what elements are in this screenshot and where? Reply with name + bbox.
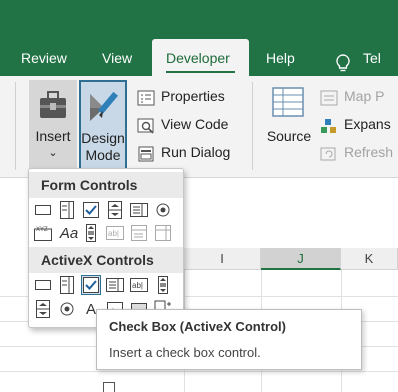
- ribbon-separator: [15, 82, 16, 170]
- design-mode-label: Design Mode: [81, 130, 125, 164]
- tell-me-label: Tel: [363, 50, 381, 66]
- toolbox-icon: [37, 88, 69, 125]
- form-combo-box-icon[interactable]: [57, 200, 77, 220]
- ribbon-separator: [252, 82, 253, 170]
- map-properties-icon: [320, 88, 338, 106]
- tooltip-description: Insert a check box control.: [109, 345, 261, 360]
- view-code-icon: [137, 116, 155, 134]
- run-dialog-label: Run Dialog: [161, 144, 231, 160]
- ribbon: Insert ⌄ Design Mode Properties View Cod…: [0, 76, 398, 178]
- refresh-data-label: Refresh: [344, 144, 394, 160]
- svg-text:ab|: ab|: [132, 281, 143, 290]
- form-controls-header: Form Controls: [29, 172, 183, 198]
- form-combo-list-edit-icon[interactable]: [129, 223, 149, 243]
- form-text-field-icon[interactable]: ab|: [105, 223, 125, 243]
- column-header-i[interactable]: I: [184, 248, 261, 270]
- activex-text-box-icon[interactable]: ab|: [129, 275, 149, 295]
- tab-developer-label: Developer: [166, 50, 230, 66]
- expansion-packs-label: Expans: [344, 116, 391, 132]
- expansion-packs-icon: [320, 116, 338, 133]
- activex-combo-box-icon[interactable]: [57, 275, 77, 295]
- refresh-data-icon: [320, 144, 338, 161]
- tab-review[interactable]: Review: [21, 40, 67, 76]
- activex-controls-header: ActiveX Controls: [29, 247, 183, 273]
- design-mode-button[interactable]: Design Mode: [79, 80, 127, 172]
- insert-controls-dropdown: Form Controls XYZ Aa ab| ActiveX Control…: [28, 168, 184, 328]
- ribbon-tabs: Review View Developer Help Tel: [0, 39, 398, 77]
- check-box-tooltip: Check Box (ActiveX Control) Insert a che…: [96, 309, 362, 370]
- insert-label-text: Insert: [35, 128, 71, 144]
- active-tab-underline: [166, 71, 235, 73]
- tab-view[interactable]: View: [102, 40, 132, 76]
- title-bar: [0, 0, 398, 40]
- properties-label: Properties: [161, 88, 225, 104]
- activex-check-box-icon[interactable]: [81, 275, 101, 295]
- xml-source-icon: [271, 86, 305, 121]
- activex-command-button-icon[interactable]: [33, 275, 53, 295]
- design-mode-label-line2: Mode: [85, 147, 121, 163]
- xml-source-label: Source: [266, 128, 312, 144]
- svg-text:XYZ: XYZ: [36, 227, 48, 233]
- form-label-text: Aa: [59, 224, 79, 242]
- form-list-box-icon[interactable]: [129, 200, 149, 220]
- form-group-box-icon[interactable]: XYZ: [33, 223, 53, 243]
- insert-controls-button[interactable]: Insert ⌄: [29, 80, 77, 172]
- activex-option-button-icon[interactable]: [57, 299, 77, 319]
- form-scroll-bar-icon[interactable]: [81, 223, 101, 243]
- form-label-icon[interactable]: Aa: [57, 223, 81, 243]
- run-dialog-icon: [137, 144, 155, 162]
- activex-spin-button-icon[interactable]: [33, 299, 53, 319]
- form-check-box-icon[interactable]: [81, 200, 101, 220]
- design-mode-label-line1: Design: [81, 130, 125, 146]
- activex-label-text: A: [85, 300, 96, 318]
- checkbox-object-on-sheet[interactable]: [103, 382, 115, 392]
- form-spin-button-icon[interactable]: [105, 200, 125, 220]
- insert-dropdown-chevron: ⌄: [48, 147, 58, 159]
- form-button-icon[interactable]: [33, 200, 53, 220]
- view-code-label: View Code: [161, 116, 229, 132]
- tab-help[interactable]: Help: [266, 40, 295, 76]
- gridline: [0, 371, 398, 372]
- svg-text:ab|: ab|: [108, 229, 119, 238]
- activex-list-box-icon[interactable]: [105, 275, 125, 295]
- insert-label: Insert ⌄: [29, 128, 77, 162]
- tooltip-title: Check Box (ActiveX Control): [109, 319, 286, 334]
- form-option-button-icon[interactable]: [153, 200, 173, 220]
- column-header-k[interactable]: K: [341, 248, 398, 270]
- properties-icon: [137, 88, 155, 106]
- tab-developer[interactable]: Developer: [152, 39, 249, 77]
- design-mode-icon: [87, 88, 121, 127]
- map-properties-label: Map P: [344, 88, 385, 104]
- form-combo-drop-down-edit-icon[interactable]: [153, 223, 173, 243]
- activex-scroll-bar-icon[interactable]: [153, 275, 173, 295]
- xml-source-button[interactable]: Source: [262, 80, 316, 172]
- column-header-j[interactable]: J: [261, 248, 341, 270]
